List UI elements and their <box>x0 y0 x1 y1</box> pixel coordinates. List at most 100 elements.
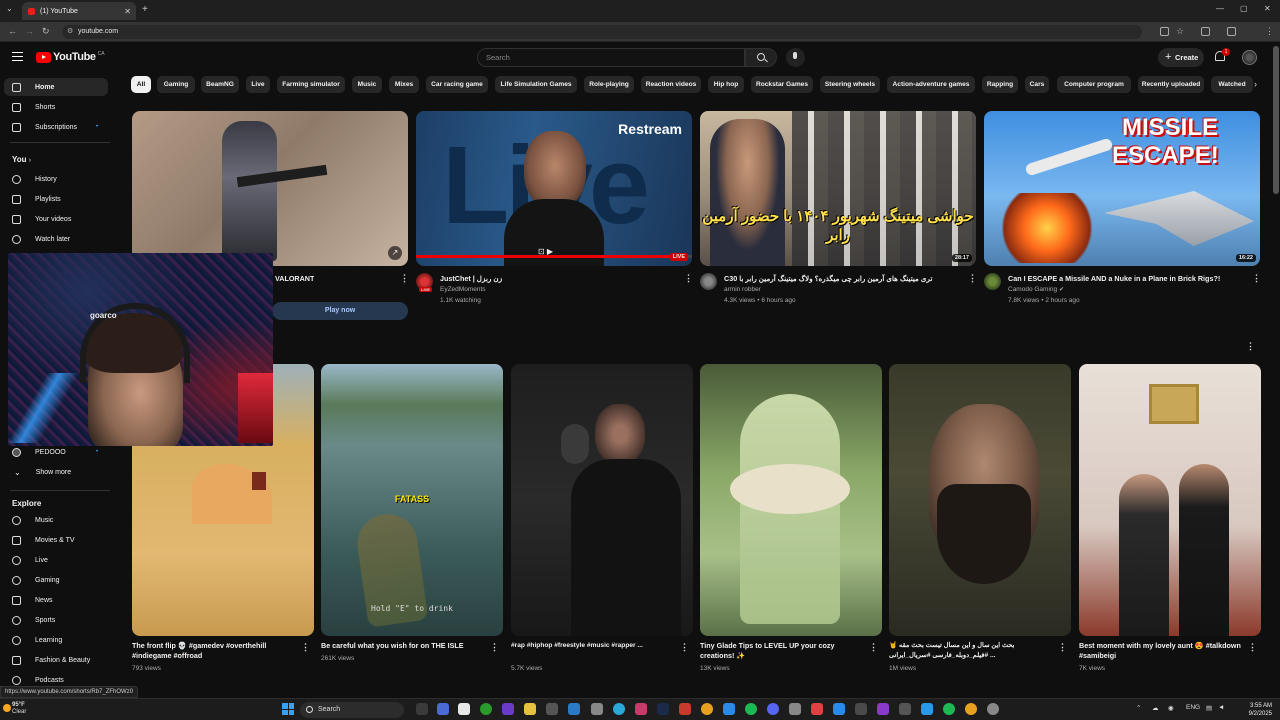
short-thumbnail[interactable] <box>1079 364 1261 636</box>
more-options-icon[interactable]: ⋮ <box>1252 273 1261 284</box>
network-icon[interactable]: ▤ <box>1206 704 1212 712</box>
video-thumbnail[interactable]: Live Restream ⊡ ▶ LIVE <box>416 111 692 266</box>
tray-overflow-icon[interactable]: ⌃ <box>1136 704 1141 712</box>
shorts-section-menu-icon[interactable]: ⋮ <box>1246 341 1255 352</box>
short-title[interactable]: #rap #hiphop #freestyle #music #rapper .… <box>511 641 677 661</box>
chip[interactable]: Action-adventure games <box>887 76 975 93</box>
app-icon[interactable] <box>833 703 845 715</box>
maximize-icon[interactable]: ▢ <box>1240 4 1248 13</box>
search-button[interactable] <box>745 48 777 67</box>
calculator-icon[interactable] <box>591 703 603 715</box>
channel-name[interactable]: EyZedMoments <box>440 285 486 295</box>
back-icon[interactable]: ← <box>8 26 17 36</box>
chip[interactable]: Cars <box>1025 76 1049 93</box>
short-title[interactable]: Tiny Glade Tips to LEVEL UP your cozy cr… <box>700 641 866 661</box>
url-field[interactable]: ⚙ youtube.com <box>62 25 1142 39</box>
sidebar-item-home[interactable]: Home <box>4 78 108 96</box>
youtube-logo[interactable]: YouTube CA <box>36 51 105 63</box>
app-icon[interactable] <box>723 703 735 715</box>
more-options-icon[interactable]: ⋮ <box>1058 642 1067 653</box>
new-tab-icon[interactable]: + <box>142 4 148 15</box>
app-icon[interactable] <box>811 703 823 715</box>
voice-search-button[interactable] <box>786 48 805 67</box>
tab-list-icon[interactable]: ⌄ <box>6 4 13 13</box>
cast-icon[interactable] <box>1160 27 1169 36</box>
chip[interactable]: Music <box>352 76 382 93</box>
more-options-icon[interactable]: ⋮ <box>400 273 409 284</box>
video-thumbnail[interactable]: حواشی میتینگ شهریور ۱۴۰۴ با حضور آرمین ر… <box>700 111 976 266</box>
app-icon[interactable] <box>877 703 889 715</box>
short-title[interactable]: The front flip 💀 #gamedev #overthehill #… <box>132 641 298 661</box>
chip[interactable]: Role-playing <box>584 76 634 93</box>
app-icon[interactable] <box>789 703 801 715</box>
video-title[interactable]: Can I ESCAPE a Missile AND a Nuke in a P… <box>1008 274 1248 283</box>
bookmark-star-icon[interactable]: ☆ <box>1176 26 1184 37</box>
more-options-icon[interactable]: ⋮ <box>1248 642 1257 653</box>
browser-menu-icon[interactable]: ⋮ <box>1265 26 1274 37</box>
chip[interactable]: Watched <box>1211 76 1253 93</box>
chip-all[interactable]: All <box>131 76 151 93</box>
short-thumbnail[interactable] <box>889 364 1071 636</box>
extensions-icon[interactable] <box>1201 27 1210 36</box>
browser-tab[interactable]: (1) YouTube ✕ <box>22 2 136 20</box>
open-external-icon[interactable]: ↗ <box>388 246 402 260</box>
sidebar-item-learning[interactable]: Learning <box>4 631 108 649</box>
more-options-icon[interactable]: ⋮ <box>301 642 310 653</box>
sidebar-item-fashion-beauty[interactable]: Fashion & Beauty <box>4 651 108 669</box>
app-icon[interactable] <box>458 703 470 715</box>
short-thumbnail[interactable]: FATASS Hold "E" to drink <box>321 364 503 636</box>
forward-icon[interactable]: → <box>25 26 34 36</box>
chip[interactable]: Rockstar Games <box>751 76 813 93</box>
account-avatar[interactable] <box>1242 50 1257 65</box>
app-icon[interactable] <box>943 703 955 715</box>
more-options-icon[interactable]: ⋮ <box>968 273 977 284</box>
channel-name[interactable]: Camodo Gaming ✔ <box>1008 285 1064 295</box>
sidebar-item-sports[interactable]: Sports <box>4 611 108 629</box>
sidebar-item-subscriptions[interactable]: Subscriptions • <box>4 118 108 136</box>
chips-next-icon[interactable]: › <box>1254 79 1257 89</box>
short-title[interactable]: بحث این سال و این مسال تیست بحث مقه 🤘 #ف… <box>889 641 1055 661</box>
sidebar-item-your-videos[interactable]: Your videos <box>4 210 108 228</box>
sidebar-item-gaming[interactable]: Gaming <box>4 571 108 589</box>
sidebar-item-watch-later[interactable]: Watch later <box>4 230 108 248</box>
video-thumbnail[interactable]: MISSILE ESCAPE! 16:22 <box>984 111 1260 266</box>
play-now-button[interactable]: Play now <box>272 302 408 320</box>
short-thumbnail[interactable] <box>700 364 882 636</box>
sidebar-item-movies-tv[interactable]: Movies & TV <box>4 531 108 549</box>
start-windows-icon[interactable] <box>282 703 294 715</box>
chrome-icon[interactable] <box>701 703 713 715</box>
guide-menu-icon[interactable] <box>12 52 23 61</box>
tray-app-icon[interactable]: ◉ <box>1168 704 1174 712</box>
sidebar-show-more[interactable]: ⌄ Show more <box>4 463 108 481</box>
app-icon[interactable] <box>437 703 449 715</box>
language-indicator[interactable]: ENG <box>1186 704 1200 711</box>
xbox-icon[interactable] <box>480 703 492 715</box>
edge-icon[interactable] <box>613 703 625 715</box>
chip[interactable]: Hip hop <box>708 76 744 93</box>
close-tab-icon[interactable]: ✕ <box>124 7 131 16</box>
short-title[interactable]: Best moment with my lovely aunt 😍 #talkd… <box>1079 641 1245 661</box>
sidebar-item-playlists[interactable]: Playlists <box>4 190 108 208</box>
chip[interactable]: Life Simulation Games <box>495 76 577 93</box>
more-options-icon[interactable]: ⋮ <box>680 642 689 653</box>
discord-icon[interactable] <box>767 703 779 715</box>
file-explorer-icon[interactable] <box>524 703 536 715</box>
sidebar-item-history[interactable]: History <box>4 170 108 188</box>
chip[interactable]: Gaming <box>157 76 195 93</box>
app-icon[interactable] <box>546 703 558 715</box>
taskbar-search[interactable]: Search <box>300 702 404 718</box>
weather-widget[interactable]: 95°F Clear <box>3 702 26 716</box>
sidebar-item-music[interactable]: Music <box>4 511 108 529</box>
profile-icon[interactable] <box>1227 27 1236 36</box>
more-options-icon[interactable]: ⋮ <box>869 642 878 653</box>
task-view-icon[interactable] <box>416 703 428 715</box>
chip[interactable]: Reaction videos <box>641 76 701 93</box>
chip[interactable]: Live <box>246 76 270 93</box>
chip[interactable]: Recently uploaded <box>1138 76 1204 93</box>
chip[interactable]: Farming simulator <box>277 76 345 93</box>
tray-app-icon[interactable]: ☁ <box>1152 704 1159 712</box>
sidebar-item-news[interactable]: News <box>4 591 108 609</box>
app-icon[interactable] <box>921 703 933 715</box>
video-title[interactable]: C30 تری میتینگ های آرمین رابر چی میگذره؟… <box>724 274 962 283</box>
video-thumbnail[interactable]: ↗ <box>132 111 408 266</box>
